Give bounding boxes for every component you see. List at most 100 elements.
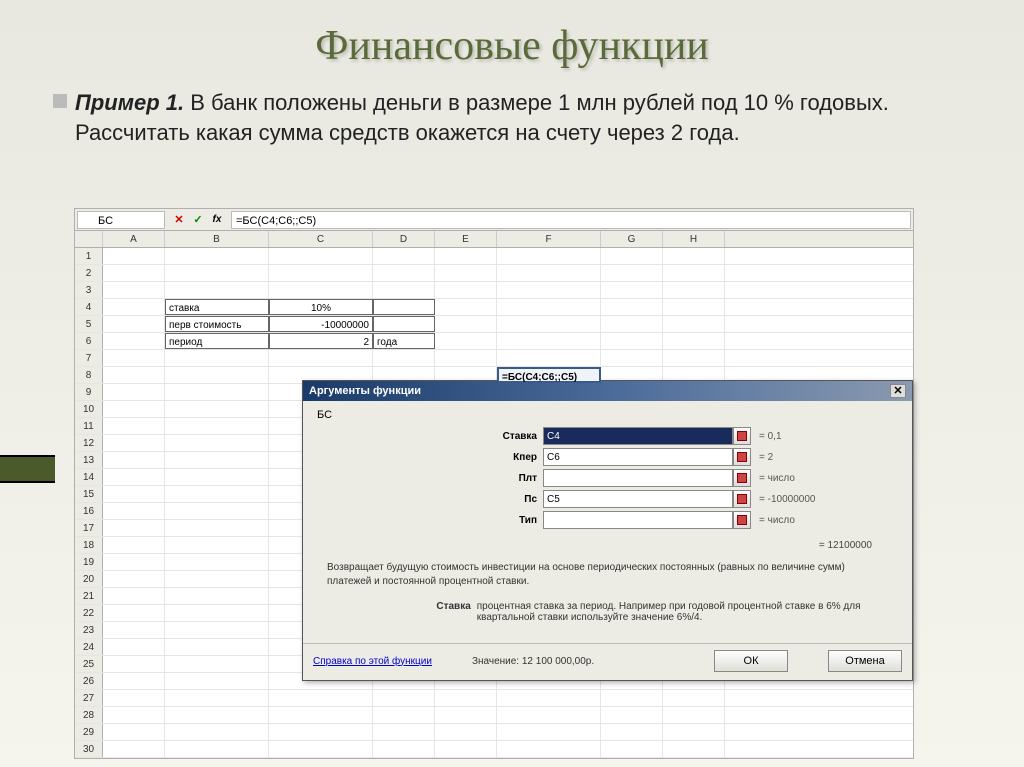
cell[interactable] — [103, 401, 165, 417]
cell[interactable] — [373, 350, 435, 366]
cell[interactable] — [165, 605, 269, 621]
close-icon[interactable]: ✕ — [890, 384, 906, 398]
cell[interactable] — [601, 333, 663, 349]
cell[interactable] — [165, 639, 269, 655]
cell[interactable] — [435, 248, 497, 264]
cell[interactable] — [103, 316, 165, 332]
cell[interactable] — [497, 248, 601, 264]
cell[interactable] — [663, 350, 725, 366]
cell[interactable] — [103, 605, 165, 621]
cell[interactable] — [601, 299, 663, 315]
cell[interactable] — [663, 282, 725, 298]
cell[interactable] — [435, 265, 497, 281]
cell[interactable] — [103, 690, 165, 706]
cell[interactable] — [165, 265, 269, 281]
row-header[interactable]: 15 — [75, 486, 103, 502]
cell[interactable] — [103, 333, 165, 349]
cell[interactable] — [269, 248, 373, 264]
cell[interactable]: ставка — [165, 299, 269, 315]
row-header[interactable]: 23 — [75, 622, 103, 638]
cell[interactable] — [435, 724, 497, 740]
row-header[interactable]: 17 — [75, 520, 103, 536]
cell[interactable] — [165, 350, 269, 366]
col-header[interactable]: B — [165, 231, 269, 247]
row-header[interactable]: 2 — [75, 265, 103, 281]
range-select-icon[interactable] — [733, 469, 751, 487]
row-header[interactable]: 26 — [75, 673, 103, 689]
cell[interactable] — [497, 265, 601, 281]
cell[interactable] — [435, 299, 497, 315]
cell[interactable] — [497, 299, 601, 315]
cell[interactable] — [103, 520, 165, 536]
cell[interactable] — [269, 724, 373, 740]
col-header[interactable]: G — [601, 231, 663, 247]
cell[interactable] — [103, 571, 165, 587]
cell[interactable] — [601, 707, 663, 723]
cell[interactable] — [663, 265, 725, 281]
cell[interactable] — [165, 503, 269, 519]
cell[interactable] — [497, 724, 601, 740]
cell[interactable] — [103, 554, 165, 570]
cell[interactable] — [103, 452, 165, 468]
cell[interactable] — [373, 248, 435, 264]
cell[interactable] — [663, 248, 725, 264]
cell[interactable] — [103, 622, 165, 638]
cancel-button[interactable]: Отмена — [828, 650, 902, 672]
cell[interactable] — [165, 435, 269, 451]
cell[interactable] — [663, 724, 725, 740]
name-box[interactable]: БС — [77, 211, 165, 229]
row-header[interactable]: 12 — [75, 435, 103, 451]
cell[interactable] — [435, 707, 497, 723]
cell[interactable] — [435, 690, 497, 706]
cell[interactable] — [165, 673, 269, 689]
col-header[interactable]: D — [373, 231, 435, 247]
range-select-icon[interactable] — [733, 511, 751, 529]
accept-formula-icon[interactable]: ✓ — [190, 212, 206, 228]
row-header[interactable]: 4 — [75, 299, 103, 315]
cell[interactable] — [103, 741, 165, 757]
cell[interactable]: =БС(C4;C6;;C5) — [497, 367, 601, 383]
cell[interactable] — [165, 571, 269, 587]
cell[interactable] — [373, 265, 435, 281]
col-header[interactable]: H — [663, 231, 725, 247]
cell[interactable] — [165, 741, 269, 757]
cell[interactable] — [165, 588, 269, 604]
cell[interactable] — [497, 316, 601, 332]
col-header[interactable]: A — [103, 231, 165, 247]
cell[interactable] — [269, 282, 373, 298]
cell[interactable] — [103, 707, 165, 723]
cell[interactable] — [663, 690, 725, 706]
cell[interactable] — [165, 418, 269, 434]
cell[interactable] — [165, 452, 269, 468]
row-header[interactable]: 1 — [75, 248, 103, 264]
cell[interactable]: перв стоимость — [165, 316, 269, 332]
cell[interactable] — [663, 299, 725, 315]
cell[interactable] — [435, 282, 497, 298]
cell[interactable] — [269, 265, 373, 281]
cell[interactable] — [269, 741, 373, 757]
cell[interactable]: года — [373, 333, 435, 349]
cell[interactable] — [165, 248, 269, 264]
cell[interactable] — [269, 690, 373, 706]
cell[interactable] — [497, 350, 601, 366]
row-header[interactable]: 13 — [75, 452, 103, 468]
row-header[interactable]: 9 — [75, 384, 103, 400]
cell[interactable] — [103, 248, 165, 264]
cell[interactable] — [165, 367, 269, 383]
cell[interactable] — [601, 316, 663, 332]
cell[interactable] — [103, 435, 165, 451]
cell[interactable] — [103, 350, 165, 366]
cell[interactable] — [103, 639, 165, 655]
cell[interactable] — [373, 741, 435, 757]
row-header[interactable]: 16 — [75, 503, 103, 519]
cell[interactable] — [165, 384, 269, 400]
cell[interactable] — [269, 350, 373, 366]
cell[interactable] — [165, 707, 269, 723]
cell[interactable] — [601, 741, 663, 757]
row-header[interactable]: 5 — [75, 316, 103, 332]
cell[interactable] — [497, 282, 601, 298]
cell[interactable] — [373, 724, 435, 740]
cell[interactable] — [435, 350, 497, 366]
cell[interactable] — [373, 707, 435, 723]
cell[interactable] — [165, 724, 269, 740]
